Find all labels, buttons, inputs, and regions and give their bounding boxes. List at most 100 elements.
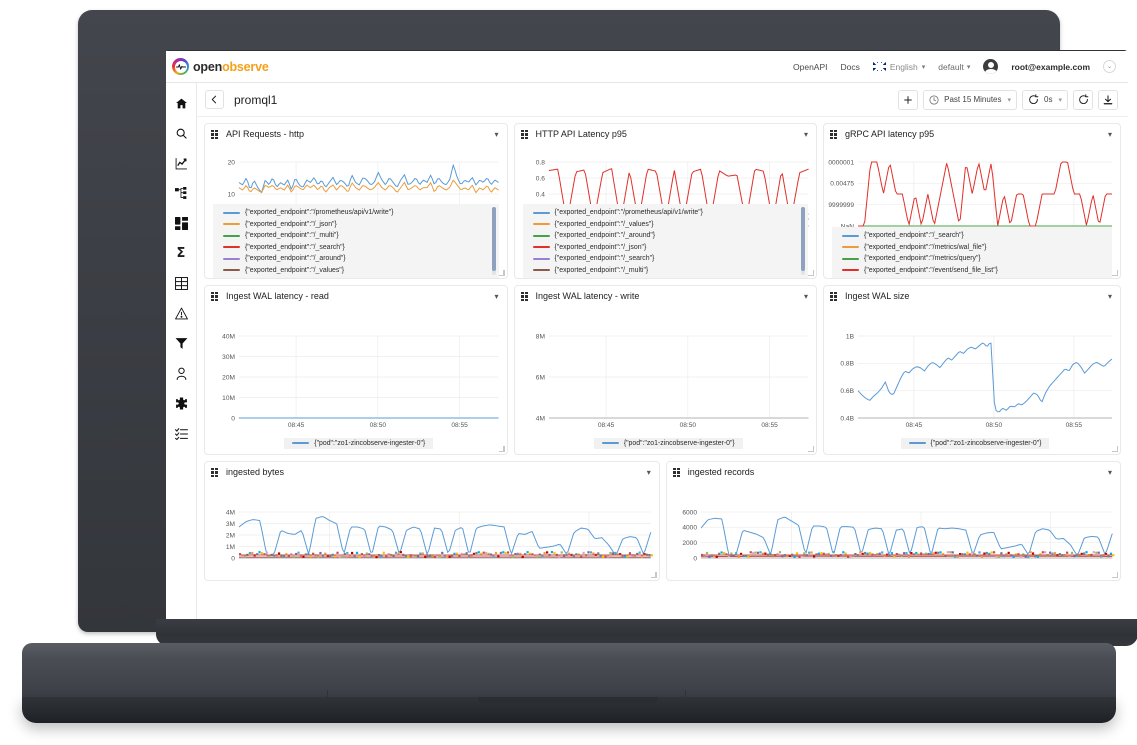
drag-handle-icon[interactable] <box>211 468 219 477</box>
panel-resize-handle[interactable] <box>1112 572 1118 578</box>
legend-color-swatch <box>223 212 240 214</box>
legend-item[interactable]: {"exported_endpoint":"/_values"} <box>533 219 805 231</box>
drag-handle-icon[interactable] <box>830 292 838 301</box>
brand-logo[interactable]: openobserve <box>172 58 269 75</box>
panel-ingested-records[interactable]: ingested records ▾ 6000 4000 2000 0 <box>666 461 1121 581</box>
panel-ingest-wal-latency-read[interactable]: Ingest WAL latency - read ▾ 40M 30M 20M 10M… <box>204 285 508 455</box>
laptop-mockup: openobserve OpenAPI Docs English ▾ defau… <box>0 0 1137 745</box>
panel-menu-icon[interactable]: ▾ <box>1107 292 1113 301</box>
sidebar-item-dashboards[interactable] <box>171 215 191 231</box>
sidebar-item-home[interactable] <box>171 95 191 111</box>
legend-item[interactable]: {"pod":"zo1-zincobserve-ingester-0"} <box>901 438 1050 450</box>
legend-scrollbar[interactable] <box>492 207 496 275</box>
legend-item[interactable]: {"exported_endpoint":"/_multi"} <box>223 230 495 242</box>
user-menu-chevron-down-icon[interactable]: ⌄ <box>1103 60 1116 73</box>
panel-menu-icon[interactable]: ▾ <box>646 468 652 477</box>
svg-text:08:50: 08:50 <box>370 422 387 429</box>
legend-item[interactable]: {"exported_endpoint":"/_around"} <box>533 230 805 242</box>
download-button[interactable] <box>1098 90 1118 110</box>
svg-text:08:45: 08:45 <box>906 422 923 429</box>
sidebar-item-alerts[interactable] <box>171 305 191 321</box>
legend-item[interactable]: {"exported_endpoint":"/metrics/wal_file"… <box>842 242 1108 254</box>
legend-item[interactable]: {"exported_endpoint":"/prometheus/api/v1… <box>223 207 495 219</box>
language-selector[interactable]: English ▾ <box>873 62 925 72</box>
panel-http-api-latency-p95[interactable]: HTTP API Latency p95 ▾ 0.80.60.40.20 {"e… <box>514 123 818 279</box>
add-panel-button[interactable] <box>898 90 918 110</box>
panel-resize-handle[interactable] <box>808 446 814 452</box>
legend-item[interactable]: {"exported_endpoint":"/prometheus/api/v1… <box>533 207 805 219</box>
panel-grpc-api-latency-p95[interactable]: gRPC API latency p95 ▾ 0000001 0.00475 999… <box>823 123 1121 279</box>
legend-item[interactable]: {"exported_endpoint":"/metrics/query"} <box>842 253 1108 265</box>
panel-resize-handle[interactable] <box>808 270 814 276</box>
sidebar-item-metrics[interactable] <box>171 155 191 171</box>
panel-resize-handle[interactable] <box>499 446 505 452</box>
panel-resize-handle[interactable] <box>499 270 505 276</box>
legend-item[interactable]: {"exported_endpoint":"/_search"} <box>223 242 495 254</box>
panel-menu-icon[interactable]: ▾ <box>494 130 500 139</box>
panel-header: API Requests - http ▾ <box>205 124 507 144</box>
panel-resize-handle[interactable] <box>1112 446 1118 452</box>
chart-legend[interactable]: {"exported_endpoint":"/prometheus/api/v1… <box>523 204 809 278</box>
legend-scrollbar[interactable] <box>801 207 805 275</box>
panel-header: gRPC API latency p95 ▾ <box>824 124 1120 144</box>
panel-title: Ingest WAL latency - read <box>226 291 329 301</box>
legend-item[interactable]: {"pod":"zo1-zincobserve-ingester-0"} <box>594 438 743 450</box>
sidebar-item-users[interactable] <box>171 365 191 381</box>
drag-handle-icon[interactable] <box>211 292 219 301</box>
panel-menu-icon[interactable]: ▾ <box>803 292 809 301</box>
panel-ingest-wal-latency-write[interactable]: Ingest WAL latency - write ▾ 8M 6M 4M 08:45… <box>514 285 818 455</box>
organization-selector[interactable]: default ▾ <box>938 62 970 72</box>
chart-legend[interactable]: {"exported_endpoint":"/prometheus/api/v1… <box>213 204 499 278</box>
download-icon <box>1103 95 1113 105</box>
time-range-picker[interactable]: Past 15 Minutes ▾ <box>923 90 1017 110</box>
legend-item[interactable]: {"exported_endpoint":"/_search"} <box>842 230 1108 242</box>
back-button[interactable] <box>205 90 224 109</box>
panel-menu-icon[interactable]: ▾ <box>1107 130 1113 139</box>
drag-handle-icon[interactable] <box>521 292 529 301</box>
panel-ingest-wal-size[interactable]: Ingest WAL size ▾ 1B 0.8B 0.6B 0.4B 08:45 08:… <box>823 285 1121 455</box>
laptop-screen: openobserve OpenAPI Docs English ▾ defau… <box>166 51 1128 619</box>
legend-item[interactable]: {"exported_endpoint":"/event/send_file_l… <box>842 265 1108 277</box>
sidebar-item-integrations[interactable] <box>171 395 191 411</box>
drag-handle-icon[interactable] <box>673 468 681 477</box>
chart-legend[interactable]: {"exported_endpoint":"/_search"} {"export… <box>832 227 1112 278</box>
panel-api-requests-http[interactable]: API Requests - http ▾ 20100 {"exported_e… <box>204 123 508 279</box>
home-icon <box>175 97 188 110</box>
openapi-link[interactable]: OpenAPI <box>793 62 828 72</box>
sidebar-item-search[interactable] <box>171 125 191 141</box>
chart-legend[interactable]: {"pod":"zo1-zincobserve-ingester-0"} <box>515 435 817 455</box>
sidebar-item-functions[interactable]: Σ <box>171 245 191 261</box>
legend-item[interactable]: {"exported_endpoint":"/_search"} <box>533 253 805 265</box>
drag-handle-icon[interactable] <box>211 130 219 139</box>
panel-menu-icon[interactable]: ▾ <box>494 292 500 301</box>
sidebar-item-about[interactable] <box>171 425 191 441</box>
legend-item[interactable]: {"exported_endpoint":"/_json"} <box>533 242 805 254</box>
refresh-interval-picker[interactable]: 0s ▾ <box>1022 90 1068 110</box>
chart-legend[interactable]: {"pod":"zo1-zincobserve-ingester-0"} <box>205 435 507 455</box>
panel-menu-icon[interactable]: ▾ <box>803 130 809 139</box>
legend-item[interactable]: {"exported_endpoint":"/_around"} <box>223 253 495 265</box>
chart-legend[interactable]: {"pod":"zo1-zincobserve-ingester-0"} <box>824 435 1120 455</box>
svg-text:08:50: 08:50 <box>679 422 696 429</box>
drag-handle-icon[interactable] <box>830 130 838 139</box>
dashboard-row-2: Ingest WAL latency - read ▾ 40M 30M 20M 10M… <box>204 285 1121 455</box>
legend-item[interactable]: {"exported_endpoint":"/_values"} <box>223 265 495 277</box>
refresh-button[interactable] <box>1073 90 1093 110</box>
drag-handle-icon[interactable] <box>521 130 529 139</box>
panel-resize-handle[interactable] <box>651 572 657 578</box>
panel-menu-icon[interactable]: ▾ <box>1107 468 1113 477</box>
panel-title: ingested bytes <box>226 467 284 477</box>
panel-resize-handle[interactable] <box>1112 270 1118 276</box>
legend-color-swatch <box>223 223 240 225</box>
legend-label: {"exported_endpoint":"/_values"} <box>245 267 344 274</box>
docs-link[interactable]: Docs <box>841 62 860 72</box>
user-icon <box>175 367 188 380</box>
legend-item[interactable]: {"pod":"zo1-zincobserve-ingester-0"} <box>284 438 433 450</box>
sidebar-item-pipelines[interactable] <box>171 335 191 351</box>
time-range-label: Past 15 Minutes <box>944 95 1001 104</box>
panel-ingested-bytes[interactable]: ingested bytes ▾ 4M 3M 2M 1M 0 <box>204 461 660 581</box>
legend-item[interactable]: {"exported_endpoint":"/_multi"} <box>533 265 805 277</box>
sidebar-item-streams[interactable] <box>171 275 191 291</box>
sidebar-item-traces[interactable] <box>171 185 191 201</box>
legend-item[interactable]: {"exported_endpoint":"/_json"} <box>223 219 495 231</box>
